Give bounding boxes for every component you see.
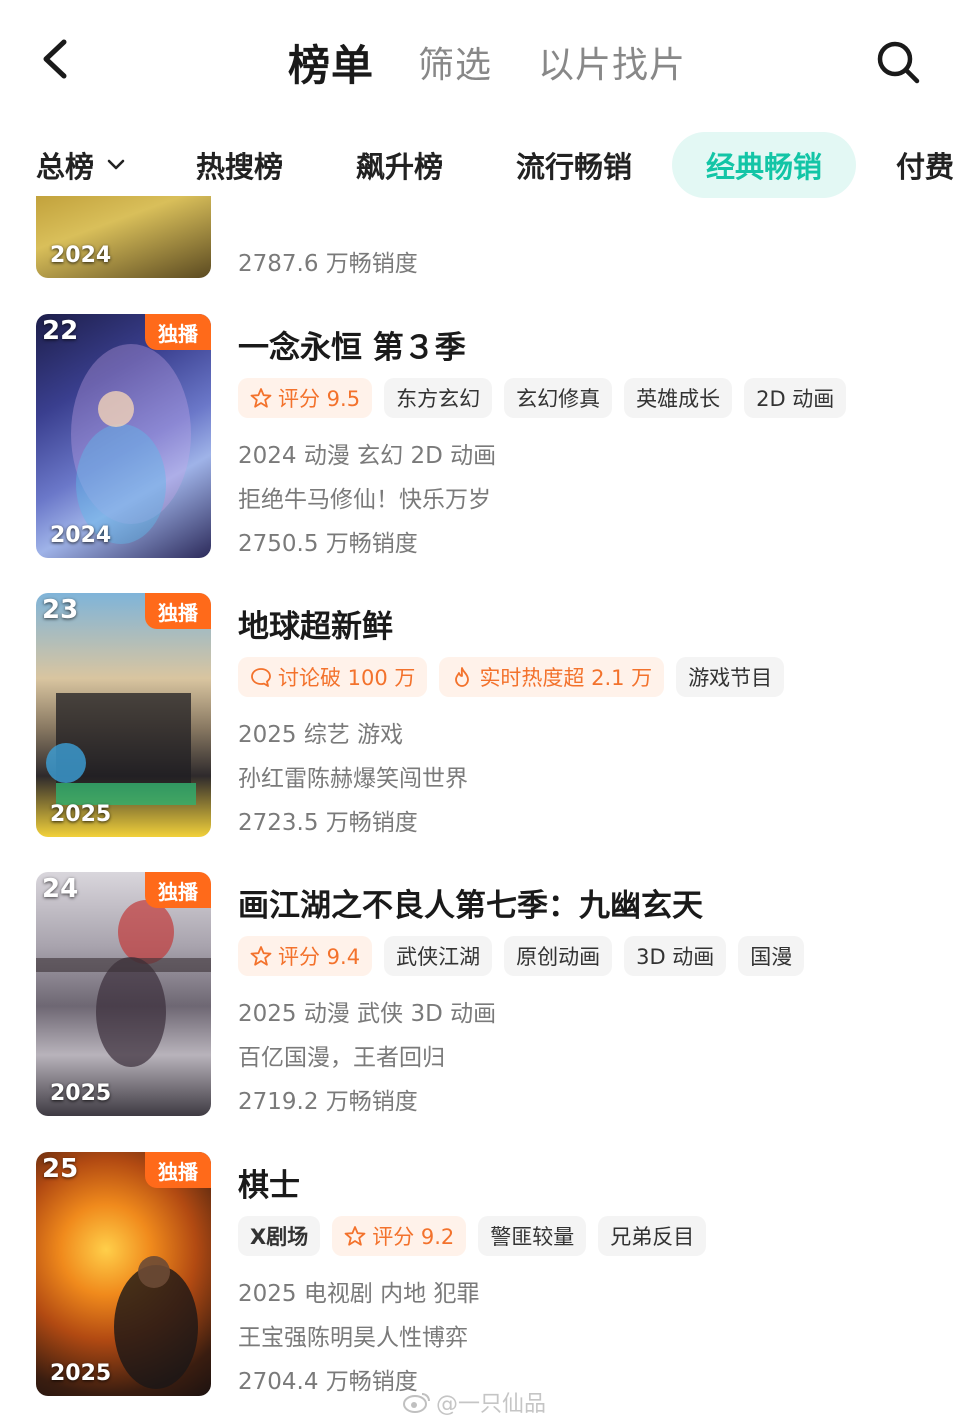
sales-text: 2719.2 万畅销度: [238, 1089, 418, 1115]
genre-tag[interactable]: 英雄成长: [624, 378, 733, 418]
flame-icon: [455, 667, 470, 687]
tab-filter[interactable]: 筛选: [418, 36, 492, 88]
list-item[interactable]: 25 独播 2025 棋士 X剧场 评分 9.2 警匪较量 兄弟反目 2025 …: [0, 1152, 960, 1396]
tab-ranking[interactable]: 榜单: [288, 32, 374, 93]
sales-text: 2704.4 万畅销度: [238, 1369, 418, 1395]
poster-art: [71, 344, 191, 544]
tag-row: 评分 9.5 东方玄幻 玄幻修真 英雄成长 2D 动画: [238, 378, 858, 418]
category-classic-sales[interactable]: 经典畅销: [672, 132, 857, 198]
info-text: 2025 综艺 游戏: [238, 722, 404, 748]
top-tabs: 榜单 筛选 以片找片: [288, 32, 732, 92]
category-popular-sales[interactable]: 流行畅销: [516, 132, 632, 198]
sales-text: 2787.6 万畅销度: [238, 251, 418, 277]
back-arrow-icon: [43, 39, 67, 79]
genre-tag[interactable]: 警匪较量: [478, 1216, 587, 1256]
poster-year: 2024: [50, 243, 112, 268]
star-icon: [250, 388, 272, 408]
genre-tag[interactable]: 2D 动画: [744, 378, 847, 418]
exclusive-badge: 独播: [145, 1152, 211, 1188]
info-text: 2025 电视剧 内地 犯罪: [238, 1281, 480, 1307]
category-bar: 总榜 热搜榜 飙升榜 流行畅销 经典畅销 付费: [0, 132, 960, 198]
item-title: 地球超新鲜: [238, 609, 393, 645]
genre-tag[interactable]: 国漫: [738, 936, 805, 976]
back-button[interactable]: [30, 34, 80, 84]
watermark: @一只仙品: [402, 1386, 546, 1418]
list-item[interactable]: 22 独播 2024 一念永恒 第３季 评分 9.5 东方玄幻 玄幻修真 英雄成…: [0, 314, 960, 558]
item-title: 画江湖之不良人第七季：九幽玄天: [238, 888, 703, 924]
poster-image: 24 独播 2025: [36, 872, 211, 1116]
poster-image: 2024: [36, 196, 211, 278]
item-title: 一念永恒 第３季: [238, 330, 466, 366]
tag-row: X剧场 评分 9.2 警匪较量 兄弟反目: [238, 1216, 718, 1256]
rank-number: 23: [42, 595, 79, 625]
rank-number: 25: [42, 1154, 79, 1184]
search-icon: [877, 41, 920, 84]
poster-year: 2024: [50, 523, 112, 548]
weibo-logo-icon: [403, 1393, 430, 1413]
rating-text: 评分 9.2: [372, 1225, 455, 1249]
poster-art: [114, 1256, 198, 1389]
tab-find-by-movie[interactable]: 以片找片: [538, 36, 686, 88]
exclusive-badge: 独播: [145, 314, 211, 350]
ranking-list: 2024 2787.6 万畅销度 22 独播 2024 一念永恒 第３季 评分 …: [0, 196, 960, 1422]
rank-number: 22: [42, 316, 79, 346]
tag-row: 讨论破 100 万 实时热度超 2.1 万 游戏节目: [238, 657, 796, 697]
genre-tag[interactable]: 游戏节目: [676, 657, 785, 697]
info-text: 2024 动漫 玄幻 2D 动画: [238, 443, 497, 469]
poster-year: 2025: [50, 802, 112, 827]
poster-art: [36, 900, 211, 1067]
genre-tag[interactable]: 3D 动画: [624, 936, 727, 976]
poster-image: 22 独播 2024: [36, 314, 211, 558]
discussion-text: 讨论破 100 万: [278, 666, 416, 690]
slogan-text: 孙红雷陈赫爆笑闯世界: [238, 766, 468, 792]
rating-tag: 评分 9.4: [238, 936, 373, 976]
search-button[interactable]: [872, 36, 924, 88]
item-title: 棋士: [238, 1168, 300, 1204]
category-all[interactable]: 总榜: [36, 132, 126, 198]
genre-tag[interactable]: 原创动画: [504, 936, 613, 976]
poster-year: 2025: [50, 1081, 112, 1106]
slogan-text: 百亿国漫，王者回归: [238, 1045, 445, 1071]
category-rising[interactable]: 飙升榜: [356, 132, 443, 198]
star-icon: [344, 1226, 366, 1246]
category-paid[interactable]: 付费: [896, 132, 954, 198]
info-text: 2025 动漫 武侠 3D 动画: [238, 1001, 497, 1027]
slogan-text: 王宝强陈明昊人性博弈: [238, 1325, 468, 1351]
genre-tag[interactable]: 玄幻修真: [504, 378, 613, 418]
discussion-tag: 讨论破 100 万: [238, 657, 428, 697]
sales-text: 2723.5 万畅销度: [238, 810, 418, 836]
theater-tag[interactable]: X剧场: [238, 1216, 321, 1256]
list-item[interactable]: 23 独播 2025 地球超新鲜 讨论破 100 万 实时热度超 2.1 万 游…: [0, 593, 960, 837]
comment-icon: [251, 668, 271, 687]
list-item[interactable]: 24 独播 2025 画江湖之不良人第七季：九幽玄天 评分 9.4 武侠江湖 原…: [0, 872, 960, 1116]
sales-text: 2750.5 万畅销度: [238, 531, 418, 557]
top-bar: 榜单 筛选 以片找片: [0, 0, 960, 120]
rating-tag: 评分 9.5: [238, 378, 373, 418]
exclusive-badge: 独播: [145, 593, 211, 629]
rating-tag: 评分 9.2: [332, 1216, 467, 1256]
rating-text: 评分 9.4: [278, 945, 361, 969]
watermark-text: @一只仙品: [436, 1392, 547, 1417]
heat-text: 实时热度超 2.1 万: [479, 666, 653, 690]
category-hot-search[interactable]: 热搜榜: [196, 132, 283, 198]
poster-art: [46, 693, 196, 805]
rank-number: 24: [42, 874, 79, 904]
star-icon: [250, 946, 272, 966]
category-label: 总榜: [36, 150, 95, 184]
genre-tag[interactable]: 兄弟反目: [598, 1216, 707, 1256]
genre-tag[interactable]: 东方玄幻: [384, 378, 493, 418]
tag-row: 评分 9.4 武侠江湖 原创动画 3D 动画 国漫: [238, 936, 816, 976]
chevron-down-icon: [107, 159, 125, 170]
poster-image: 23 独播 2025: [36, 593, 211, 837]
heat-tag: 实时热度超 2.1 万: [439, 657, 665, 697]
list-item[interactable]: 2024 2787.6 万畅销度: [0, 196, 960, 286]
poster-image: 25 独播 2025: [36, 1152, 211, 1396]
genre-tag[interactable]: 武侠江湖: [384, 936, 493, 976]
poster-year: 2025: [50, 1361, 112, 1386]
exclusive-badge: 独播: [145, 872, 211, 908]
rating-text: 评分 9.5: [278, 387, 361, 411]
slogan-text: 拒绝牛马修仙！快乐万岁: [238, 487, 491, 513]
